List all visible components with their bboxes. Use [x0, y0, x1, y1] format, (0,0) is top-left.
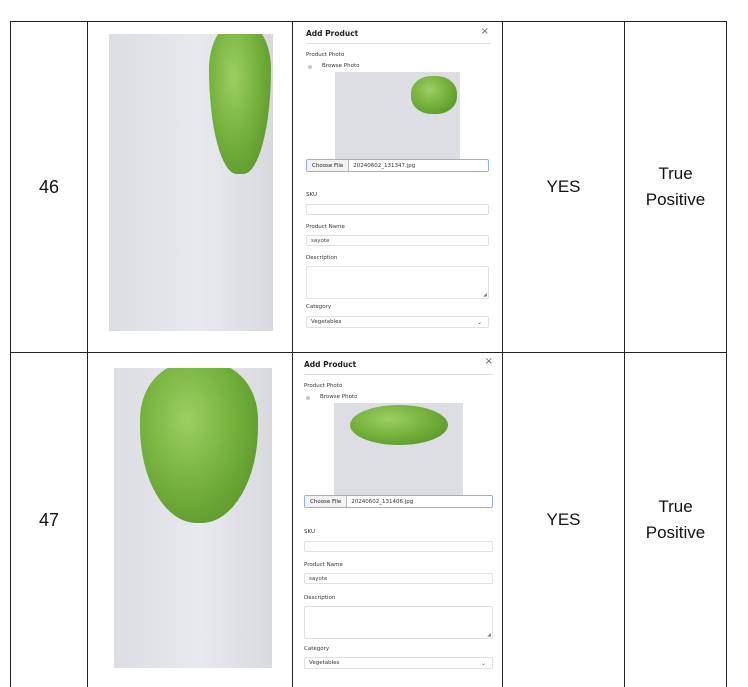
- captured-photo: [114, 368, 272, 668]
- choose-file-button[interactable]: Choose File: [305, 496, 348, 507]
- category-select[interactable]: Vegetables ⌄: [304, 657, 493, 669]
- sku-label: SKU: [304, 529, 315, 535]
- outcome-cell: True Positive: [624, 352, 727, 687]
- add-product-form: Add Product × Product Photo Browse Photo…: [296, 22, 499, 352]
- add-product-form: Add Product × Product Photo Browse Photo…: [296, 353, 499, 687]
- product-name-input[interactable]: sayote: [306, 235, 489, 246]
- close-icon[interactable]: ×: [485, 356, 493, 367]
- table-row: 46 Add Product × Product Photo Browse Ph…: [10, 21, 727, 353]
- photo-preview: [334, 403, 463, 495]
- divider: [306, 43, 491, 44]
- chayote-thumbnail: [350, 405, 448, 445]
- resize-grip-icon[interactable]: ◢: [483, 292, 487, 298]
- divider: [304, 374, 493, 375]
- close-icon[interactable]: ×: [481, 26, 489, 37]
- results-table: 46 Add Product × Product Photo Browse Ph…: [10, 21, 727, 687]
- category-select[interactable]: Vegetables ⌄: [306, 316, 489, 328]
- browse-radio[interactable]: [308, 65, 312, 69]
- file-picker[interactable]: Choose File 20240602_131406.jpg: [304, 495, 493, 508]
- description-textarea[interactable]: ◢: [306, 266, 489, 299]
- outcome-line1: True: [658, 497, 693, 516]
- sku-input[interactable]: [306, 204, 489, 215]
- description-label: Description: [306, 255, 338, 261]
- outcome-cell: True Positive: [624, 21, 727, 353]
- file-name: 20240602_131406.jpg: [351, 498, 414, 505]
- chevron-down-icon: ⌄: [476, 318, 482, 326]
- outcome-line2: Positive: [645, 523, 706, 542]
- description-label: Description: [304, 595, 336, 601]
- category-label: Category: [304, 646, 330, 652]
- product-form-cell: Add Product × Product Photo Browse Photo…: [292, 352, 503, 687]
- file-name: 20240602_131347.jpg: [353, 162, 416, 169]
- chayote-thumbnail: [411, 76, 457, 114]
- chayote-image: [140, 368, 258, 523]
- chevron-down-icon: ⌄: [480, 659, 486, 667]
- category-value: Vegetables: [311, 319, 342, 325]
- product-photo-label: Product Photo: [304, 383, 343, 389]
- description-textarea[interactable]: ◢: [304, 606, 493, 639]
- sku-label: SKU: [306, 192, 317, 198]
- product-name-label: Product Name: [304, 562, 343, 568]
- outcome-line1: True: [658, 164, 693, 183]
- browse-photo-label[interactable]: Browse Photo: [320, 394, 357, 400]
- product-name-label: Product Name: [306, 224, 345, 230]
- category-label: Category: [306, 304, 332, 310]
- result-cell: YES: [502, 21, 625, 353]
- captured-photo-cell: [87, 21, 293, 353]
- table-row: 47 Add Product × Product Photo Browse Ph…: [10, 352, 727, 687]
- browse-photo-label[interactable]: Browse Photo: [322, 63, 359, 69]
- form-title: Add Product: [304, 360, 357, 369]
- product-form-cell: Add Product × Product Photo Browse Photo…: [292, 21, 503, 353]
- category-value: Vegetables: [309, 660, 340, 666]
- outcome-line2: Positive: [645, 190, 706, 209]
- browse-radio[interactable]: [306, 396, 310, 400]
- captured-photo: [109, 34, 273, 331]
- product-name-input[interactable]: sayote: [304, 573, 493, 584]
- photo-preview: [335, 72, 460, 159]
- captured-photo-cell: [87, 352, 293, 687]
- chayote-image: [209, 34, 271, 174]
- result-cell: YES: [502, 352, 625, 687]
- product-photo-label: Product Photo: [306, 52, 345, 58]
- row-number: 46: [10, 21, 88, 353]
- row-number: 47: [10, 352, 88, 687]
- choose-file-button[interactable]: Choose File: [307, 160, 350, 171]
- form-title: Add Product: [306, 29, 359, 38]
- file-picker[interactable]: Choose File 20240602_131347.jpg: [306, 159, 489, 172]
- sku-input[interactable]: [304, 541, 493, 552]
- resize-grip-icon[interactable]: ◢: [487, 632, 491, 638]
